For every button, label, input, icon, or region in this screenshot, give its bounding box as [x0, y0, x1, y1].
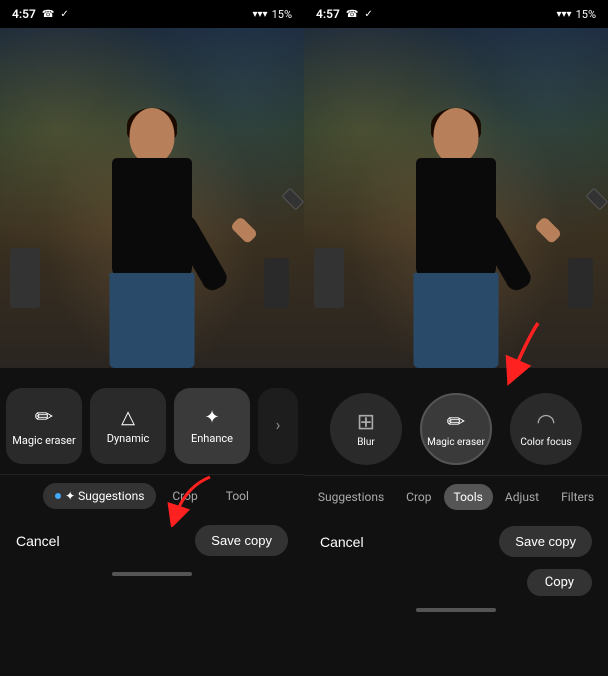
left-tools-row: ✏ Magic eraser △ Dynamic ✦ Enhance ›	[0, 378, 304, 474]
left-tool-enhance[interactable]: ✦ Enhance	[174, 388, 250, 464]
person-torso-right	[416, 158, 496, 278]
left-status-bar: 4:57 ☎ ✓ ▾▾▾ 15%	[0, 0, 304, 28]
right-photo-bg	[304, 28, 608, 368]
right-wifi-icon: ▾▾▾	[557, 9, 572, 20]
right-alarm-icon: ✓	[364, 9, 372, 20]
blur-icon-right: ⊞	[357, 410, 375, 435]
bg-figure-left-1	[10, 248, 40, 308]
right-tool-magic-eraser[interactable]: ✏ Magic eraser	[420, 393, 492, 465]
left-alarm-icon: ✓	[60, 9, 68, 20]
left-save-button[interactable]: Save copy	[195, 525, 288, 556]
magic-eraser-icon-left: ✏	[35, 405, 53, 430]
right-tool-magic-eraser-label: Magic eraser	[427, 437, 485, 448]
left-tool-enhance-label: Enhance	[191, 432, 233, 445]
bg-figure-right-2	[568, 258, 593, 308]
dynamic-icon-left: △	[121, 407, 135, 428]
person-figure-right	[406, 108, 506, 368]
left-tool-magic-eraser-label: Magic eraser	[12, 434, 76, 447]
left-home-indicator	[0, 564, 304, 584]
right-tab-filters-label: Filters	[561, 490, 594, 504]
enhance-icon-left: ✦	[204, 407, 219, 428]
right-status-left: 4:57 ☎ ✓	[316, 7, 373, 21]
left-tab-bar: ✦ Suggestions Crop Tool	[0, 474, 304, 517]
left-bottom-actions: Cancel Save copy	[0, 517, 304, 564]
color-focus-icon-right: ◠	[536, 410, 555, 435]
right-tab-crop[interactable]: Crop	[396, 484, 441, 510]
right-tab-suggestions[interactable]: Suggestions	[308, 484, 394, 510]
left-bottom-panel: ✏ Magic eraser △ Dynamic ✦ Enhance › ✦ S…	[0, 368, 304, 676]
right-tab-adjust[interactable]: Adjust	[495, 484, 549, 510]
suggestions-dot-left	[55, 493, 61, 499]
copy-area: Copy	[304, 565, 608, 600]
left-tool-dynamic-label: Dynamic	[107, 432, 150, 445]
right-photo	[304, 28, 608, 368]
right-tab-tools[interactable]: Tools	[444, 484, 493, 510]
left-tab-suggestions[interactable]: ✦ Suggestions	[43, 483, 156, 509]
left-photo	[0, 28, 304, 368]
person-head-left	[130, 108, 175, 163]
left-tool-dynamic[interactable]: △ Dynamic	[90, 388, 166, 464]
left-wifi-icon: ▾▾▾	[253, 9, 268, 20]
right-tab-tools-label: Tools	[454, 490, 483, 504]
right-panel: 4:57 ☎ ✓ ▾▾▾ 15%	[304, 0, 608, 676]
right-battery: 15%	[576, 8, 596, 21]
right-tab-suggestions-label: Suggestions	[318, 490, 384, 504]
person-jeans-left	[110, 273, 195, 368]
left-status-right: ▾▾▾ 15%	[253, 8, 292, 21]
left-tab-tools[interactable]: Tool	[214, 483, 261, 509]
left-cancel-button[interactable]: Cancel	[16, 533, 60, 549]
left-time: 4:57	[12, 7, 36, 21]
right-tab-bar: Suggestions Crop Tools Adjust Filters	[304, 475, 608, 518]
left-status-left: 4:57 ☎ ✓	[12, 7, 69, 21]
left-tab-crop-label: Crop	[172, 489, 197, 503]
more-icon-left: ›	[276, 415, 281, 434]
right-tool-color-focus[interactable]: ◠ Color focus	[510, 393, 582, 465]
left-tab-suggestions-label: ✦ Suggestions	[65, 489, 144, 503]
right-home-bar	[416, 608, 496, 612]
person-jeans-right	[414, 273, 499, 368]
magic-eraser-icon-right: ✏	[447, 410, 465, 435]
bg-figure-left-2	[264, 258, 289, 308]
right-tab-adjust-label: Adjust	[505, 490, 539, 504]
left-whatsapp-icon: ☎	[42, 9, 54, 20]
person-figure-left	[102, 108, 202, 368]
right-cancel-button[interactable]: Cancel	[320, 534, 364, 550]
right-tool-blur-label: Blur	[357, 437, 375, 448]
right-tab-crop-label: Crop	[406, 490, 431, 504]
right-whatsapp-icon: ☎	[346, 9, 358, 20]
right-tab-filters[interactable]: Filters	[551, 484, 604, 510]
left-tab-crop[interactable]: Crop	[160, 483, 209, 509]
left-tab-tools-label: Tool	[226, 489, 249, 503]
person-head-right	[434, 108, 479, 163]
right-tools-row: ⊞ Blur ✏ Magic eraser ◠ Color focus	[304, 378, 608, 475]
right-status-right: ▾▾▾ 15%	[557, 8, 596, 21]
right-bottom-actions: Cancel Save copy	[304, 518, 608, 565]
copy-button[interactable]: Copy	[527, 569, 592, 596]
left-home-bar	[112, 572, 192, 576]
right-home-indicator	[304, 600, 608, 620]
person-torso-left	[112, 158, 192, 278]
left-photo-bg	[0, 28, 304, 368]
right-tool-blur[interactable]: ⊞ Blur	[330, 393, 402, 465]
left-tool-magic-eraser[interactable]: ✏ Magic eraser	[6, 388, 82, 464]
bg-figure-right-1	[314, 248, 344, 308]
right-status-bar: 4:57 ☎ ✓ ▾▾▾ 15%	[304, 0, 608, 28]
right-tools-container: ⊞ Blur ✏ Magic eraser ◠ Color focus	[304, 378, 608, 475]
left-battery: 15%	[272, 8, 292, 21]
right-bottom-panel: ⊞ Blur ✏ Magic eraser ◠ Color focus Sugg…	[304, 368, 608, 676]
left-tab-container: ✦ Suggestions Crop Tool	[0, 474, 304, 517]
right-time: 4:57	[316, 7, 340, 21]
right-tool-color-focus-label: Color focus	[520, 437, 571, 448]
left-panel: 4:57 ☎ ✓ ▾▾▾ 15%	[0, 0, 304, 676]
right-save-button[interactable]: Save copy	[499, 526, 592, 557]
left-tool-more[interactable]: ›	[258, 388, 298, 464]
